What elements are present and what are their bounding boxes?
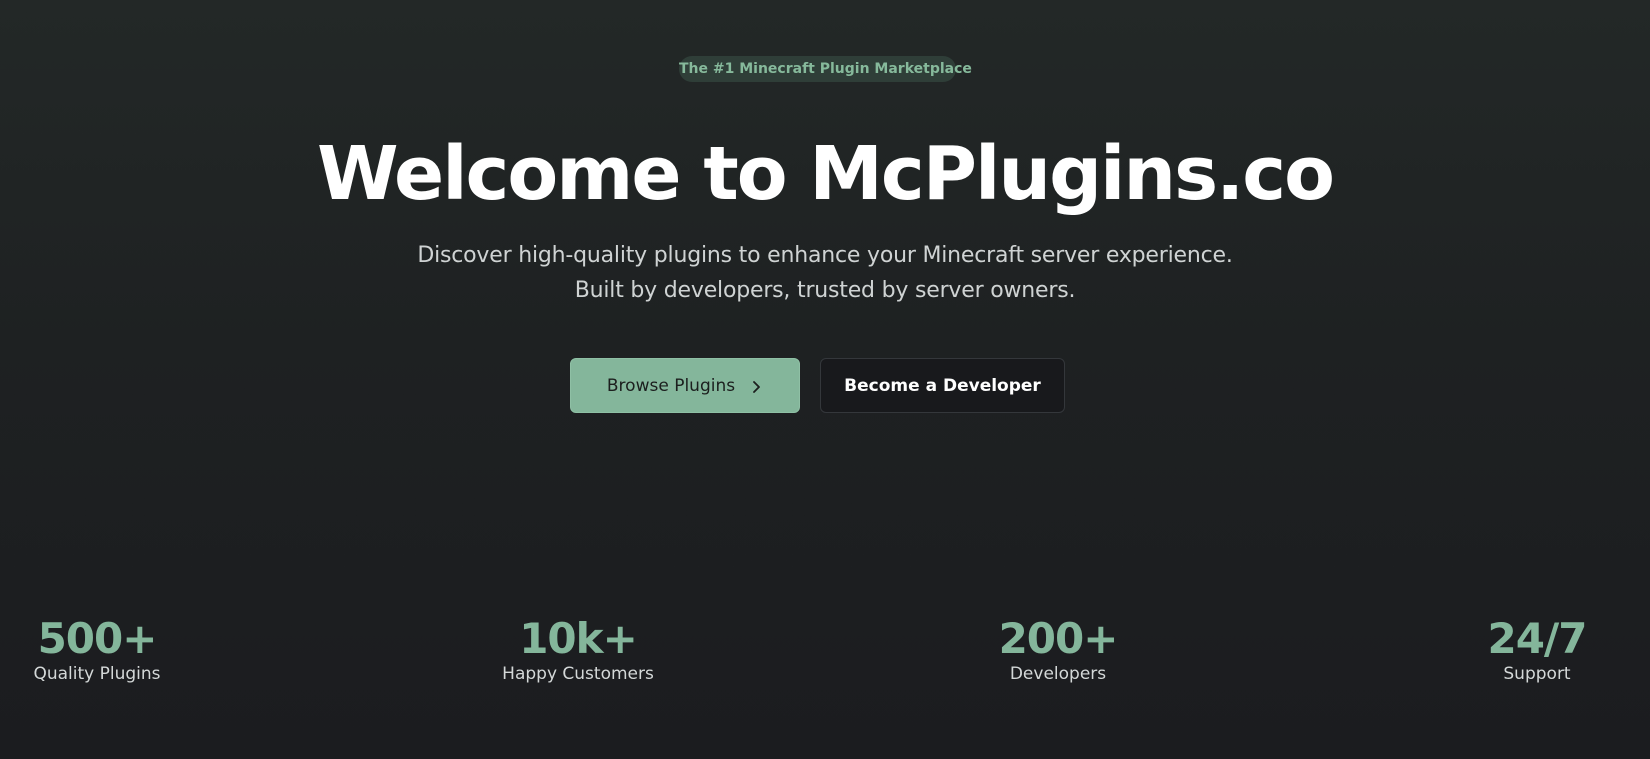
marketplace-badge: The #1 Minecraft Plugin Marketplace [679, 56, 972, 82]
hero-subtitle-line-1: Discover high-quality plugins to enhance… [417, 243, 1233, 268]
page-title: Welcome to McPlugins.co [317, 131, 1335, 217]
stat-developers: 200+ Developers [938, 612, 1178, 686]
stat-quality-plugins: 500+ Quality Plugins [0, 612, 217, 686]
chevron-right-icon [749, 379, 763, 393]
browse-plugins-button[interactable]: Browse Plugins [570, 358, 800, 413]
stat-support: 24/7 Support [1417, 612, 1650, 686]
hero-subtitle-line-2: Built by developers, trusted by server o… [574, 278, 1076, 303]
stat-label: Support [1503, 664, 1571, 684]
hero-section: The #1 Minecraft Plugin Marketplace Welc… [0, 0, 1650, 759]
stat-label: Quality Plugins [33, 664, 161, 684]
stat-value: 200+ [998, 614, 1119, 663]
stat-value: 24/7 [1487, 614, 1587, 663]
stat-label: Happy Customers [502, 664, 654, 684]
become-developer-button[interactable]: Become a Developer [820, 358, 1065, 413]
stat-label: Developers [1009, 664, 1107, 684]
stat-value: 10k+ [519, 614, 638, 663]
stat-value: 500+ [37, 614, 158, 663]
become-developer-label: Become a Developer [844, 375, 1041, 396]
browse-plugins-label: Browse Plugins [606, 375, 736, 396]
stat-happy-customers: 10k+ Happy Customers [458, 612, 698, 686]
